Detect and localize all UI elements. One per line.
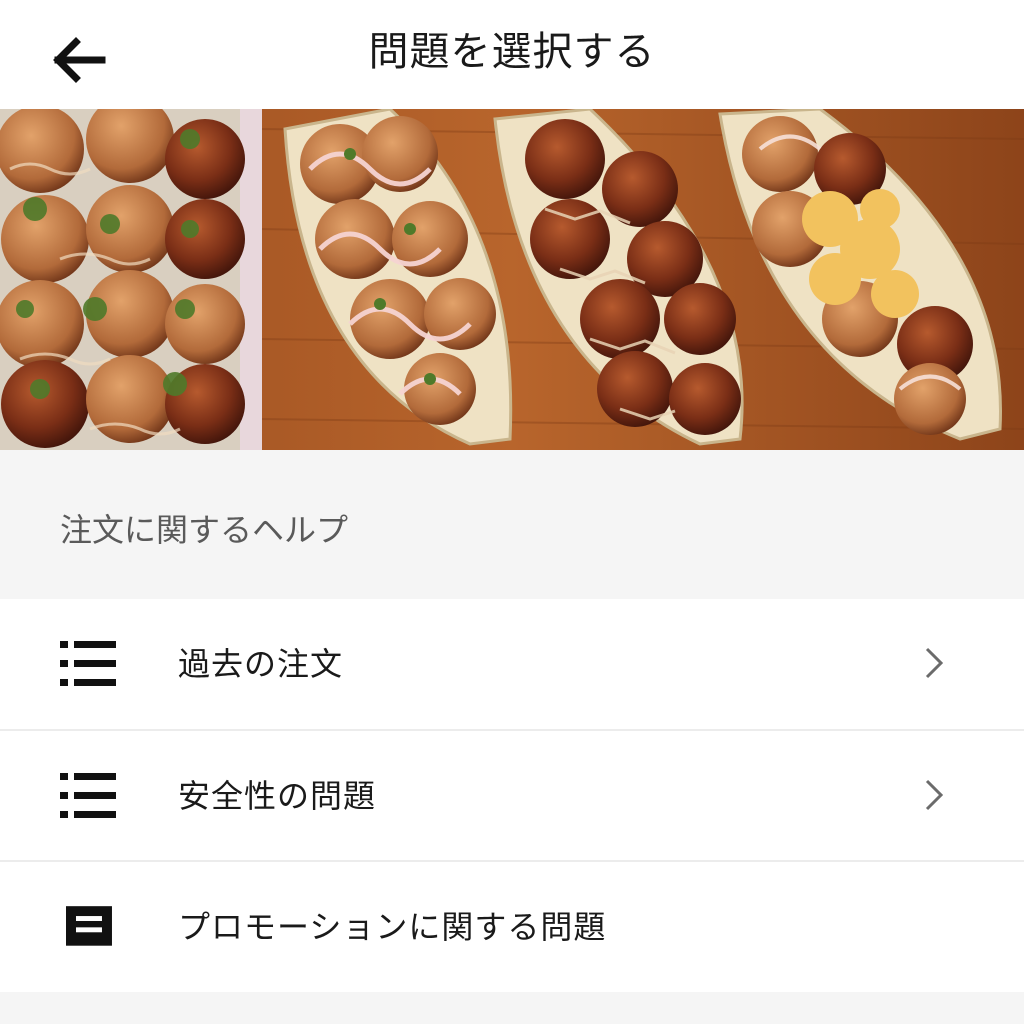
menu-item-past-orders[interactable]: 過去の注文 bbox=[0, 599, 1024, 729]
chevron-right-icon bbox=[925, 647, 944, 679]
menu-item-label: プロモーションに関する問題 bbox=[178, 908, 607, 946]
page-title: 問題を選択する bbox=[368, 29, 656, 75]
menu-item-label: 過去の注文 bbox=[178, 645, 344, 683]
app-header: 問題を選択する bbox=[0, 0, 1024, 109]
section-title: 注文に関するヘルプ bbox=[60, 511, 349, 549]
menu-item-label: 安全性の問題 bbox=[178, 777, 377, 815]
document-icon bbox=[66, 906, 112, 946]
list-icon bbox=[60, 773, 116, 818]
chevron-right-icon bbox=[925, 779, 944, 811]
takoyaki-photo bbox=[0, 109, 1024, 450]
list-icon bbox=[60, 641, 116, 686]
hero-image bbox=[0, 109, 1024, 450]
menu-item-promotion-issues[interactable]: プロモーションに関する問題 bbox=[0, 862, 1024, 992]
menu-item-safety-issues[interactable]: 安全性の問題 bbox=[0, 731, 1024, 861]
